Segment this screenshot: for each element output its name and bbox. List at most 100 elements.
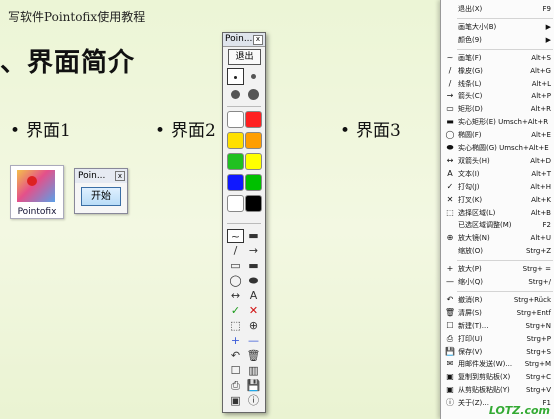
pen-size-small[interactable] xyxy=(227,68,244,85)
trash-icon[interactable]: 🗑 xyxy=(245,349,262,363)
menu-item-label: 打印(U) xyxy=(458,334,483,343)
menu-item-icon: ✉ xyxy=(446,359,454,369)
pen-size-xlarge[interactable] xyxy=(245,86,262,103)
menu-item-icon: ✓ xyxy=(446,181,454,191)
menu-item[interactable]: → 箭头(C) Alt+P xyxy=(441,90,554,102)
pen-size-medium[interactable] xyxy=(245,68,262,85)
menu-item[interactable]: A 文本(I) Alt+T xyxy=(441,168,554,180)
menu-item[interactable]: 退出(X) F9 xyxy=(441,3,554,15)
menu-item[interactable]: ▣ 从剪贴板粘贴(Y) Strg+V xyxy=(441,384,554,396)
arrow-icon[interactable]: → xyxy=(245,244,262,258)
freehand-icon[interactable]: ~ xyxy=(227,229,244,243)
menu-item[interactable]: / 橡皮(G) Alt+G xyxy=(441,65,554,77)
color-swatch[interactable] xyxy=(245,111,262,128)
cross-icon[interactable]: ✕ xyxy=(245,304,262,318)
color-swatch[interactable] xyxy=(227,111,244,128)
toolbar-titlebar[interactable]: Poin... x xyxy=(223,33,265,47)
menu-item-icon: ⊕ xyxy=(446,233,454,243)
menu-item[interactable]: ☐ 新建(T)... Strg+N xyxy=(441,320,554,332)
close-icon[interactable]: x xyxy=(253,35,263,45)
pen-size-large[interactable] xyxy=(227,86,244,103)
filled-rectangle-icon[interactable]: ▬ xyxy=(245,259,262,273)
menu-item-shortcut: Alt+T xyxy=(531,169,551,178)
magnifier-icon[interactable]: ⊕ xyxy=(245,319,262,333)
checkmark-icon[interactable]: ✓ xyxy=(227,304,244,318)
pointofix-desktop-icon[interactable]: Pointofix xyxy=(10,165,64,219)
menu-item-label: 打叉(K) xyxy=(458,195,483,204)
menu-item[interactable]: ▣ 复制到剪贴板(X) Strg+C xyxy=(441,371,554,383)
menu-item-label: 选择区域(L) xyxy=(458,208,496,217)
menu-item[interactable]: 🗑 清屏(S) Strg+Entf xyxy=(441,307,554,319)
save-icon[interactable]: 💾 xyxy=(245,379,262,393)
select-area-icon[interactable]: ⬚ xyxy=(227,319,244,333)
color-swatch[interactable] xyxy=(227,132,244,149)
menu-item[interactable]: 缩放(O) Strg+Z xyxy=(441,245,554,257)
color-swatch[interactable] xyxy=(227,195,244,212)
color-swatch[interactable] xyxy=(227,153,244,170)
menu-item[interactable]: ⬚ 选择区域(L) Alt+B xyxy=(441,207,554,219)
menu-item-icon: ▭ xyxy=(446,104,454,114)
menu-item[interactable]: ✉ 用邮件发送(W)... Strg+M xyxy=(441,358,554,370)
menu-item[interactable]: / 线条(L) Alt+L xyxy=(441,78,554,90)
menu-item[interactable]: ⎙ 打印(U) Strg+P xyxy=(441,333,554,345)
menu-item-label: 文本(I) xyxy=(458,169,480,178)
info-icon[interactable]: ⓘ xyxy=(245,394,262,408)
menu-item-shortcut: Strg+ = xyxy=(522,265,551,274)
watermark: LOTZ.com xyxy=(488,404,550,417)
menu-item[interactable]: ⊕ 放大镜(N) Alt+U xyxy=(441,232,554,244)
menu-item[interactable]: ~ 画笔(F) Alt+S xyxy=(441,52,554,64)
menu-item-label: 颜色(9) xyxy=(458,35,482,44)
menu-item-label: 椭圆(F) xyxy=(458,131,482,140)
desktop-icon-label: Pointofix xyxy=(17,207,57,217)
menu-item[interactable]: ↔ 双箭头(H) Alt+D xyxy=(441,155,554,167)
menu-item-label: 新建(T)... xyxy=(458,321,489,330)
print-icon[interactable]: ⎙ xyxy=(227,379,244,393)
menu-item-shortcut: Alt+B xyxy=(530,208,551,217)
color-swatch[interactable] xyxy=(245,132,262,149)
menu-item-icon: A xyxy=(447,168,453,178)
text-icon[interactable]: A xyxy=(245,289,262,303)
exit-button[interactable]: 退出 xyxy=(228,49,261,65)
bullet-1-text: 界面1 xyxy=(26,121,71,141)
menu-item-label: 撤消(R) xyxy=(458,295,483,304)
copy-icon[interactable]: ▣ xyxy=(227,394,244,408)
menu-item[interactable]: — 缩小(Q) Strg+/ xyxy=(441,276,554,288)
new-icon[interactable]: ☐ xyxy=(227,364,244,378)
close-icon[interactable]: x xyxy=(115,171,125,181)
color-swatch[interactable] xyxy=(227,174,244,191)
zoom-in-icon[interactable]: + xyxy=(227,334,244,348)
menu-item-shortcut: Alt+K xyxy=(531,195,551,204)
menu-item-icon: + xyxy=(446,264,454,274)
color-swatch[interactable] xyxy=(245,195,262,212)
start-button[interactable]: 开始 xyxy=(81,187,121,206)
menu-item-shortcut: Strg+P xyxy=(526,334,551,343)
menu-item-shortcut: Strg+C xyxy=(525,373,551,382)
undo-icon[interactable]: ↶ xyxy=(227,349,244,363)
menu-item[interactable]: ▭ 矩形(D) Alt+R xyxy=(441,103,554,115)
menu-item[interactable]: 颜色(9) ▶ xyxy=(441,34,554,46)
menu-item-label: 退出(X) xyxy=(458,5,483,13)
color-swatch[interactable] xyxy=(245,174,262,191)
rectangle-icon[interactable]: ▭ xyxy=(227,259,244,273)
menu-item-shortcut: Alt+G xyxy=(530,66,551,75)
filled-ellipse-icon[interactable]: ⬬ xyxy=(245,274,262,288)
color-swatch[interactable] xyxy=(245,153,262,170)
zoom-out-icon[interactable]: — xyxy=(245,334,262,348)
ellipse-icon[interactable]: ◯ xyxy=(227,274,244,288)
double-arrow-icon[interactable]: ↔ xyxy=(227,289,244,303)
line-icon[interactable]: / xyxy=(227,244,244,258)
menu-item[interactable]: ✓ 打勾(J) Alt+H xyxy=(441,181,554,193)
menu-item[interactable]: ▬ 实心矩形(E) Umsch+Alt+R xyxy=(441,116,554,128)
email-icon[interactable]: ▥ xyxy=(245,364,262,378)
menu-item-icon: ↔ xyxy=(446,155,454,165)
menu-item[interactable]: 已选区域调整(M) F2 xyxy=(441,219,554,231)
menu-item[interactable]: ⬬ 实心椭圆(G) Umsch+Alt+E xyxy=(441,142,554,154)
menu-item[interactable]: 💾 保存(V) Strg+S xyxy=(441,346,554,358)
menu-item[interactable]: ✕ 打叉(K) Alt+K xyxy=(441,194,554,206)
menu-item[interactable]: 画笔大小(B) ▶ xyxy=(441,21,554,33)
menu-item[interactable]: ↶ 撤消(R) Strg+Rück xyxy=(441,294,554,306)
menu-item-shortcut: Strg+/ xyxy=(528,278,551,286)
highlighter-icon[interactable]: ▬ xyxy=(245,229,262,243)
menu-item[interactable]: ◯ 椭圆(F) Alt+E xyxy=(441,129,554,141)
menu-item[interactable]: + 放大(P) Strg+ = xyxy=(441,263,554,275)
